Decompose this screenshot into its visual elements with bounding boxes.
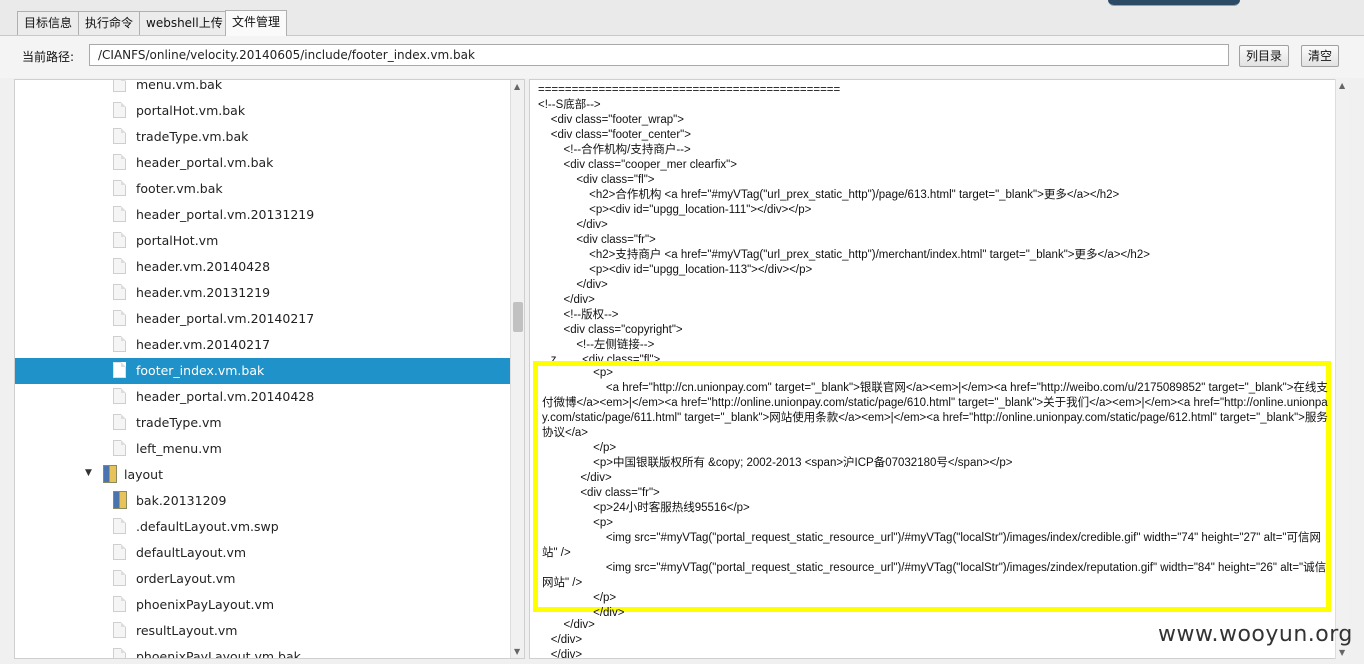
tree-item-label: header.vm.20131219 [136, 285, 271, 300]
tree-item-label: header_portal.vm.bak [136, 155, 274, 170]
tree-item-label: header.vm.20140217 [136, 337, 271, 352]
tree-item-label: layout [124, 467, 164, 482]
tree-file[interactable]: header.vm.20140428 [15, 254, 511, 280]
tree-item-label: left_menu.vm [136, 441, 222, 456]
file-icon [113, 518, 126, 534]
file-icon [113, 180, 126, 196]
file-icon [113, 570, 126, 586]
scroll-up-arrow[interactable]: ▲ [514, 82, 520, 91]
tree-file[interactable]: header.vm.20140217 [15, 332, 511, 358]
tree-file[interactable]: header_portal.vm.20140217 [15, 306, 511, 332]
top-decoration [1108, 0, 1240, 6]
tree-item-label: phoenixPayLayout.vm [136, 597, 275, 612]
tree-file[interactable]: tradeType.vm [15, 410, 511, 436]
path-input[interactable]: /CIANFS/online/velocity.20140605/include… [89, 44, 1229, 66]
tree-file[interactable]: resultLayout.vm [15, 618, 511, 644]
path-bar: 当前路径: /CIANFS/online/velocity.20140605/i… [0, 36, 1364, 78]
tree-file[interactable]: phoenixPayLayout.vm [15, 592, 511, 618]
tree-scrollbar[interactable]: ▲ ▼ [510, 80, 524, 658]
tree-item-label: menu.vm.bak [136, 79, 223, 92]
file-icon [113, 310, 126, 326]
tree-item-label: phoenixPayLayout.vm.bak [136, 649, 301, 659]
file-icon [113, 440, 126, 456]
file-icon [113, 414, 126, 430]
tree-item-label: tradeType.vm [136, 415, 222, 430]
tree-file[interactable]: portalHot.vm.bak [15, 98, 511, 124]
list-directory-button[interactable]: 列目录 [1239, 45, 1290, 67]
tree-file[interactable]: header.vm.20131219 [15, 280, 511, 306]
tree-item-label: bak.20131209 [136, 493, 227, 508]
tree-item-label: footer_index.vm.bak [136, 363, 265, 378]
file-icon [113, 622, 126, 638]
file-icon [113, 80, 126, 92]
tree-folder[interactable]: bak.20131209 [15, 488, 511, 514]
content-scroll-up-arrow[interactable]: ▲ [1339, 81, 1345, 90]
tree-file[interactable]: header_portal.vm.bak [15, 150, 511, 176]
file-icon [113, 362, 126, 378]
file-icon [113, 102, 126, 118]
highlighted-code-region: <p> <a href="http://cn.unionpay.com" tar… [533, 361, 1331, 619]
file-icon [113, 258, 126, 274]
file-icon [113, 284, 126, 300]
watermark: www.wooyun.org [1158, 622, 1353, 647]
file-icon [113, 336, 126, 352]
file-icon [113, 648, 126, 658]
tab-file-manager[interactable]: 文件管理 [225, 10, 288, 36]
content-scroll-down-arrow[interactable]: ▼ [1339, 648, 1345, 657]
file-icon [113, 388, 126, 404]
tree-item-label: resultLayout.vm [136, 623, 238, 638]
file-icon [113, 154, 126, 170]
content-scrollbar[interactable]: ▲ ▼ [1335, 79, 1349, 659]
file-content-top: ========================================… [538, 84, 1150, 366]
tree-file[interactable]: footer.vm.bak [15, 176, 511, 202]
folder-icon [103, 465, 117, 483]
tab-webshell-upload[interactable]: webshell上传 [139, 11, 230, 35]
file-icon [113, 232, 126, 248]
tree-item-label: header.vm.20140428 [136, 259, 271, 274]
tree-item-label: header_portal.vm.20131219 [136, 207, 315, 222]
tab-execute-command[interactable]: 执行命令 [78, 11, 141, 35]
tree-file[interactable]: phoenixPayLayout.vm.bak [15, 644, 511, 659]
tree-file[interactable]: menu.vm.bak [15, 79, 511, 98]
tree-item-label: footer.vm.bak [136, 181, 223, 196]
tree-file[interactable]: defaultLayout.vm [15, 540, 511, 566]
tree-folder[interactable]: ▼ layout [15, 462, 511, 488]
tree-file[interactable]: header_portal.vm.20140428 [15, 384, 511, 410]
tree-file[interactable]: header_portal.vm.20131219 [15, 202, 511, 228]
tree-item-label: .defaultLayout.vm.swp [136, 519, 279, 534]
file-icon [113, 128, 126, 144]
highlighted-code: <p> <a href="http://cn.unionpay.com" tar… [542, 367, 1328, 619]
tree-file[interactable]: orderLayout.vm [15, 566, 511, 592]
tree-item-label: portalHot.vm.bak [136, 103, 246, 118]
file-icon [113, 544, 126, 560]
tree-file[interactable]: portalHot.vm [15, 228, 511, 254]
tree-item-label: tradeType.vm.bak [136, 129, 249, 144]
file-icon [113, 206, 126, 222]
tab-bar: 目标信息 执行命令 webshell上传 文件管理 [0, 0, 1364, 36]
tree-item-label: defaultLayout.vm [136, 545, 247, 560]
tree-file[interactable]: tradeType.vm.bak [15, 124, 511, 150]
folder-icon [113, 491, 127, 509]
scroll-down-arrow[interactable]: ▼ [514, 647, 520, 656]
tree-file[interactable]: left_menu.vm [15, 436, 511, 462]
clear-button[interactable]: 清空 [1301, 45, 1340, 67]
tree-scroll-thumb[interactable] [513, 302, 523, 332]
file-tree-panel: menu.vm.bak portalHot.vm.bak tradeType.vm.… [14, 79, 525, 659]
tree-item-label: portalHot.vm [136, 233, 219, 248]
tab-target-info[interactable]: 目标信息 [17, 11, 80, 35]
tree-item-label: header_portal.vm.20140428 [136, 389, 315, 404]
file-icon [113, 596, 126, 612]
tree-file[interactable]: .defaultLayout.vm.swp [15, 514, 511, 540]
path-label: 当前路径: [22, 50, 75, 64]
tree-file[interactable]: footer_index.vm.bak [15, 358, 511, 384]
tree-item-label: header_portal.vm.20140217 [136, 311, 315, 326]
tree-item-label: orderLayout.vm [136, 571, 236, 586]
expand-arrow-icon[interactable]: ▼ [85, 468, 92, 478]
